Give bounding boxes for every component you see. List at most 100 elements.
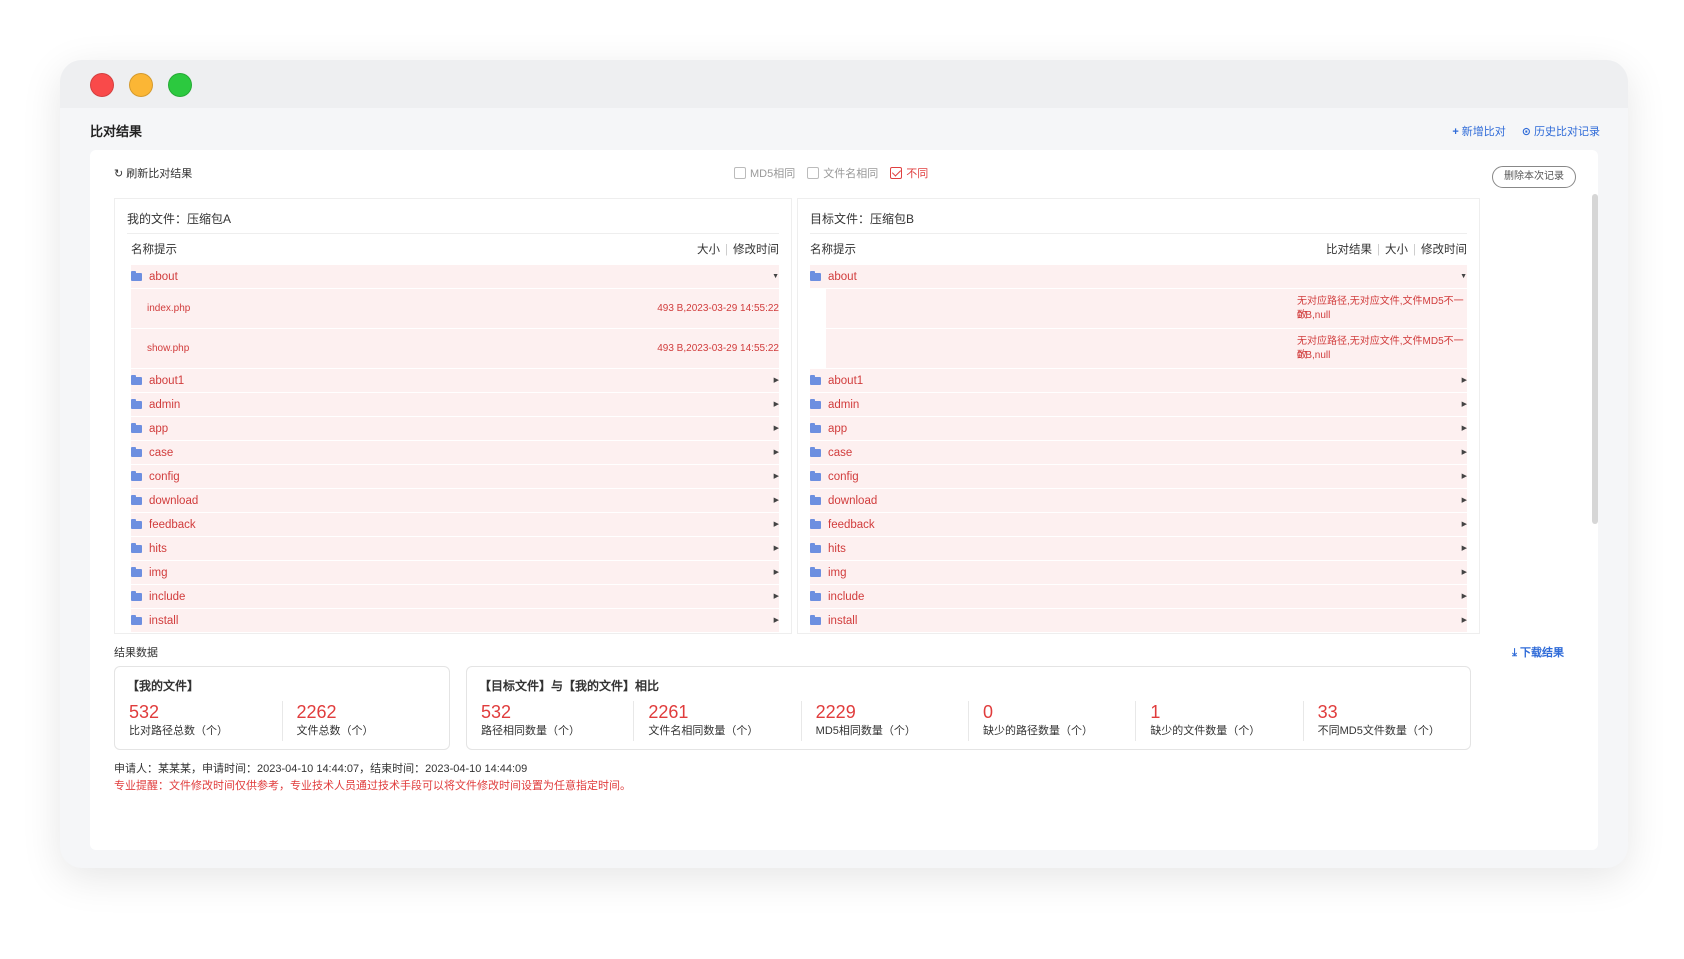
download-label: 下载结果 [1520, 647, 1564, 659]
folder-icon [131, 543, 142, 553]
caret-right-icon[interactable]: ▶ [774, 369, 779, 393]
stat-label: 文件名相同数量（个） [648, 725, 759, 737]
caret-right-icon[interactable]: ▶ [774, 393, 779, 417]
folder-name: app [828, 423, 848, 435]
filter-md5-same[interactable]: MD5相同 [734, 164, 795, 184]
refresh-icon: ↻ [114, 168, 124, 180]
folder-icon [810, 375, 821, 385]
folder-row[interactable]: about1 ▶ [131, 369, 779, 393]
folder-row[interactable]: include ▶ [131, 585, 779, 609]
folder-row[interactable]: config ▶ [810, 465, 1467, 489]
checkbox-icon[interactable] [734, 167, 746, 179]
stat-value: 2261 [648, 702, 689, 722]
folder-row[interactable]: hits ▶ [810, 537, 1467, 561]
history-button[interactable]: ⊙ 历史比对记录 [1522, 120, 1600, 144]
caret-down-icon[interactable]: ▼ [1460, 265, 1467, 289]
caret-right-icon[interactable]: ▶ [774, 489, 779, 513]
file-row[interactable]: 无对应路径,无对应文件,文件MD5不一致 0 B,null [826, 289, 1467, 329]
folder-name: img [149, 567, 168, 579]
col-name: 名称提示 [810, 244, 856, 256]
folder-row[interactable]: case ▶ [131, 441, 779, 465]
caret-right-icon[interactable]: ▶ [1462, 537, 1467, 561]
folder-row[interactable]: download ▶ [810, 489, 1467, 513]
folder-name: feedback [828, 519, 875, 531]
caret-right-icon[interactable]: ▶ [1462, 609, 1467, 633]
folder-icon [131, 399, 142, 409]
caret-right-icon[interactable]: ▶ [774, 513, 779, 537]
refresh-button[interactable]: ↻ 刷新比对结果 [114, 164, 192, 184]
caret-right-icon[interactable]: ▶ [774, 441, 779, 465]
folder-row[interactable]: admin ▶ [131, 393, 779, 417]
stat-label: 比对路径总数（个） [129, 725, 228, 737]
caret-right-icon[interactable]: ▶ [774, 609, 779, 633]
delete-record-button[interactable]: 删除本次记录 [1492, 166, 1576, 188]
stat-item: 33 不同MD5文件数量（个） [1302, 701, 1470, 741]
folder-row[interactable]: img ▶ [810, 561, 1467, 585]
maximize-window-button[interactable] [168, 73, 192, 97]
caret-right-icon[interactable]: ▶ [774, 585, 779, 609]
folder-row[interactable]: download ▶ [131, 489, 779, 513]
folder-row[interactable]: feedback ▶ [810, 513, 1467, 537]
folder-row[interactable]: admin ▶ [810, 393, 1467, 417]
minimize-window-button[interactable] [129, 73, 153, 97]
stat-item: 2262 文件总数（个） [281, 701, 450, 741]
folder-name: hits [828, 543, 846, 555]
scrollbar[interactable] [1592, 194, 1598, 524]
stat-item: 2229 MD5相同数量（个） [800, 701, 968, 741]
folder-icon [131, 271, 142, 281]
caret-right-icon[interactable]: ▶ [774, 417, 779, 441]
file-meta: 493 B,2023-03-29 14:55:22 [657, 303, 779, 314]
caret-right-icon[interactable]: ▶ [1462, 369, 1467, 393]
add-compare-label: 新增比对 [1461, 126, 1506, 138]
folder-name: case [828, 447, 853, 459]
folder-name: about [828, 271, 857, 283]
checkbox-checked-icon[interactable] [890, 167, 903, 179]
folder-name: config [149, 471, 180, 483]
folder-name: admin [828, 399, 860, 411]
folder-icon [810, 447, 821, 457]
caret-right-icon[interactable]: ▶ [1462, 489, 1467, 513]
result-heading: 结果数据 [114, 647, 158, 659]
caret-right-icon[interactable]: ▶ [774, 465, 779, 489]
stat-label: 不同MD5文件数量（个） [1317, 725, 1440, 737]
file-row[interactable]: show.php 493 B,2023-03-29 14:55:22 [131, 329, 779, 369]
caret-right-icon[interactable]: ▶ [1462, 441, 1467, 465]
caret-right-icon[interactable]: ▶ [774, 537, 779, 561]
folder-row[interactable]: feedback ▶ [131, 513, 779, 537]
folder-name: feedback [149, 519, 196, 531]
caret-right-icon[interactable]: ▶ [1462, 465, 1467, 489]
caret-right-icon[interactable]: ▶ [1462, 393, 1467, 417]
folder-name: download [828, 495, 878, 507]
folder-row[interactable]: include ▶ [810, 585, 1467, 609]
plus-icon: + [1452, 126, 1459, 138]
checkbox-icon[interactable] [807, 167, 820, 179]
download-button[interactable]: ⤓ 下载结果 [1512, 644, 1564, 662]
folder-name: admin [149, 399, 181, 411]
caret-right-icon[interactable]: ▶ [1462, 513, 1467, 537]
caret-down-icon[interactable]: ▼ [772, 265, 779, 289]
caret-right-icon[interactable]: ▶ [1462, 417, 1467, 441]
folder-row[interactable]: case ▶ [810, 441, 1467, 465]
folder-row[interactable]: app ▶ [810, 417, 1467, 441]
folder-row[interactable]: img ▶ [131, 561, 779, 585]
folder-row[interactable]: hits ▶ [131, 537, 779, 561]
folder-row[interactable]: about ▼ [810, 265, 1467, 289]
folder-row[interactable]: app ▶ [131, 417, 779, 441]
folder-row[interactable]: about ▼ [131, 265, 779, 289]
folder-row[interactable]: config ▶ [131, 465, 779, 489]
folder-row[interactable]: install ▶ [131, 609, 779, 633]
folder-icon [131, 375, 142, 385]
folder-row[interactable]: about1 ▶ [810, 369, 1467, 393]
folder-name: install [828, 615, 858, 627]
caret-right-icon[interactable]: ▶ [1462, 585, 1467, 609]
filter-different[interactable]: 不同 [890, 164, 928, 184]
add-compare-button[interactable]: + 新增比对 [1452, 120, 1505, 144]
close-window-button[interactable] [90, 73, 114, 97]
filter-filename-same[interactable]: 文件名相同 [807, 164, 878, 184]
caret-right-icon[interactable]: ▶ [1462, 561, 1467, 585]
caret-right-icon[interactable]: ▶ [774, 561, 779, 585]
folder-row[interactable]: install ▶ [810, 609, 1467, 633]
file-tree: about ▼ 无对应路径,无对应文件,文件MD5不一致 0 B,null 无对… [810, 265, 1467, 633]
file-row[interactable]: 无对应路径,无对应文件,文件MD5不一致 0 B,null [826, 329, 1467, 369]
file-row[interactable]: index.php 493 B,2023-03-29 14:55:22 [131, 289, 779, 329]
